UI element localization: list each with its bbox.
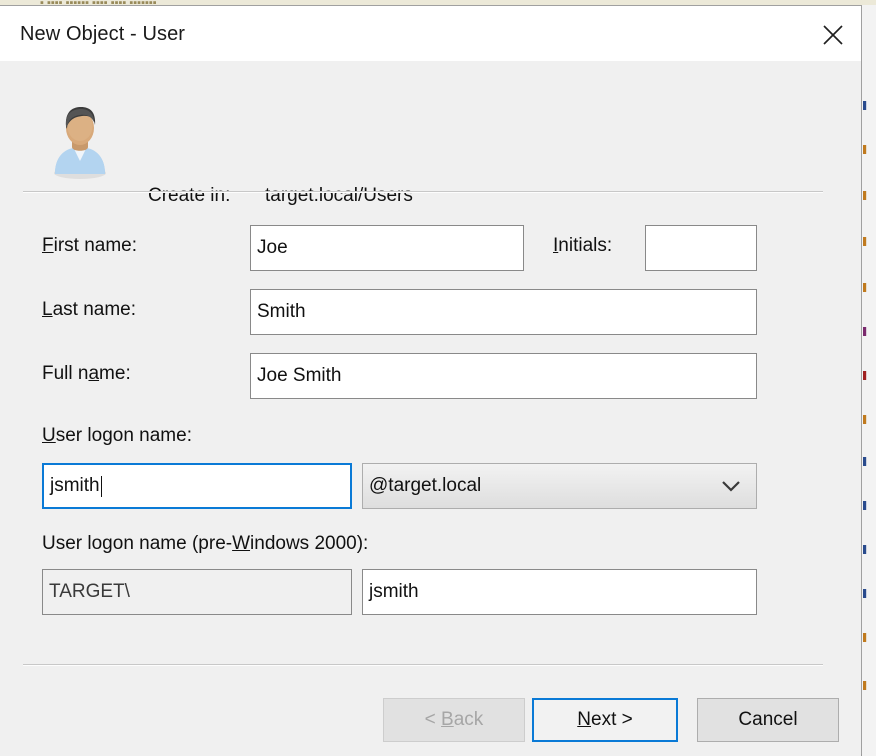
last-name-value: Smith: [257, 301, 306, 323]
close-button[interactable]: [805, 6, 861, 61]
background-row-fragment: ▌: [863, 501, 876, 510]
full-name-label: Full name:: [42, 363, 131, 385]
create-in-value: target.local/Users: [265, 185, 413, 207]
background-row-fragment: ▌: [863, 101, 876, 110]
first-name-label: First name:: [42, 235, 137, 257]
last-name-label: Last name:: [42, 299, 136, 321]
user-avatar-icon: [48, 104, 112, 180]
user-logon-name-label: User logon name:: [42, 425, 192, 447]
text-caret: [101, 476, 102, 497]
next-button-label: Next >: [577, 709, 632, 731]
dialog-title: New Object - User: [20, 23, 185, 46]
initials-input[interactable]: [645, 225, 757, 271]
first-name-input[interactable]: Joe: [250, 225, 524, 271]
background-row-fragment: ▌: [863, 415, 876, 424]
background-row-fragment: ▌: [863, 191, 876, 200]
background-window-right-edge: ▌ ▌ ▌ ▌ ▌ ▌ ▌ ▌ ▌ ▌ ▌ ▌ ▌ ▌: [861, 5, 876, 756]
create-in-label: Create in:: [148, 185, 230, 207]
back-button[interactable]: < Back: [383, 698, 525, 742]
dialog-titlebar: New Object - User: [0, 6, 861, 61]
last-name-input[interactable]: Smith: [250, 289, 757, 335]
background-row-fragment: ▌: [863, 681, 876, 690]
background-row-fragment: ▌: [863, 545, 876, 554]
cancel-button-label: Cancel: [738, 709, 797, 731]
create-in-row: Create in: target.local/Users: [0, 61, 861, 186]
chevron-down-icon: [720, 479, 742, 493]
bottom-divider: [23, 664, 823, 666]
next-button[interactable]: Next >: [532, 698, 678, 742]
first-name-value: Joe: [257, 237, 288, 259]
pre2000-domain-value: TARGET\: [49, 581, 130, 603]
back-button-label: < Back: [425, 709, 484, 731]
full-name-input[interactable]: Joe Smith: [250, 353, 757, 399]
background-row-fragment: ▌: [863, 145, 876, 154]
background-row-fragment: ▌: [863, 589, 876, 598]
background-row-fragment: ▌: [863, 457, 876, 466]
pre2000-sam-input[interactable]: jsmith: [362, 569, 757, 615]
full-name-value: Joe Smith: [257, 365, 341, 387]
upn-suffix-dropdown[interactable]: @target.local: [362, 463, 757, 509]
pre2000-sam-value: jsmith: [369, 581, 419, 603]
pre2000-domain-field: TARGET\: [42, 569, 352, 615]
cancel-button[interactable]: Cancel: [697, 698, 839, 742]
background-row-fragment: ▌: [863, 327, 876, 336]
user-logon-name-input[interactable]: jsmith: [42, 463, 352, 509]
background-row-fragment: ▌: [863, 633, 876, 642]
background-row-fragment: ▌: [863, 283, 876, 292]
pre2000-label: User logon name (pre-Windows 2000):: [42, 533, 368, 555]
close-icon: [821, 23, 845, 47]
initials-label: Initials:: [553, 235, 612, 257]
user-logon-name-value: jsmith: [50, 475, 100, 497]
background-row-fragment: ▌: [863, 371, 876, 380]
top-divider: [23, 191, 823, 193]
dialog-client-area: Create in: target.local/Users First name…: [0, 61, 861, 754]
background-row-fragment: ▌: [863, 237, 876, 246]
upn-suffix-value: @target.local: [369, 475, 481, 497]
new-object-user-dialog: New Object - User Create in: t: [0, 5, 862, 754]
